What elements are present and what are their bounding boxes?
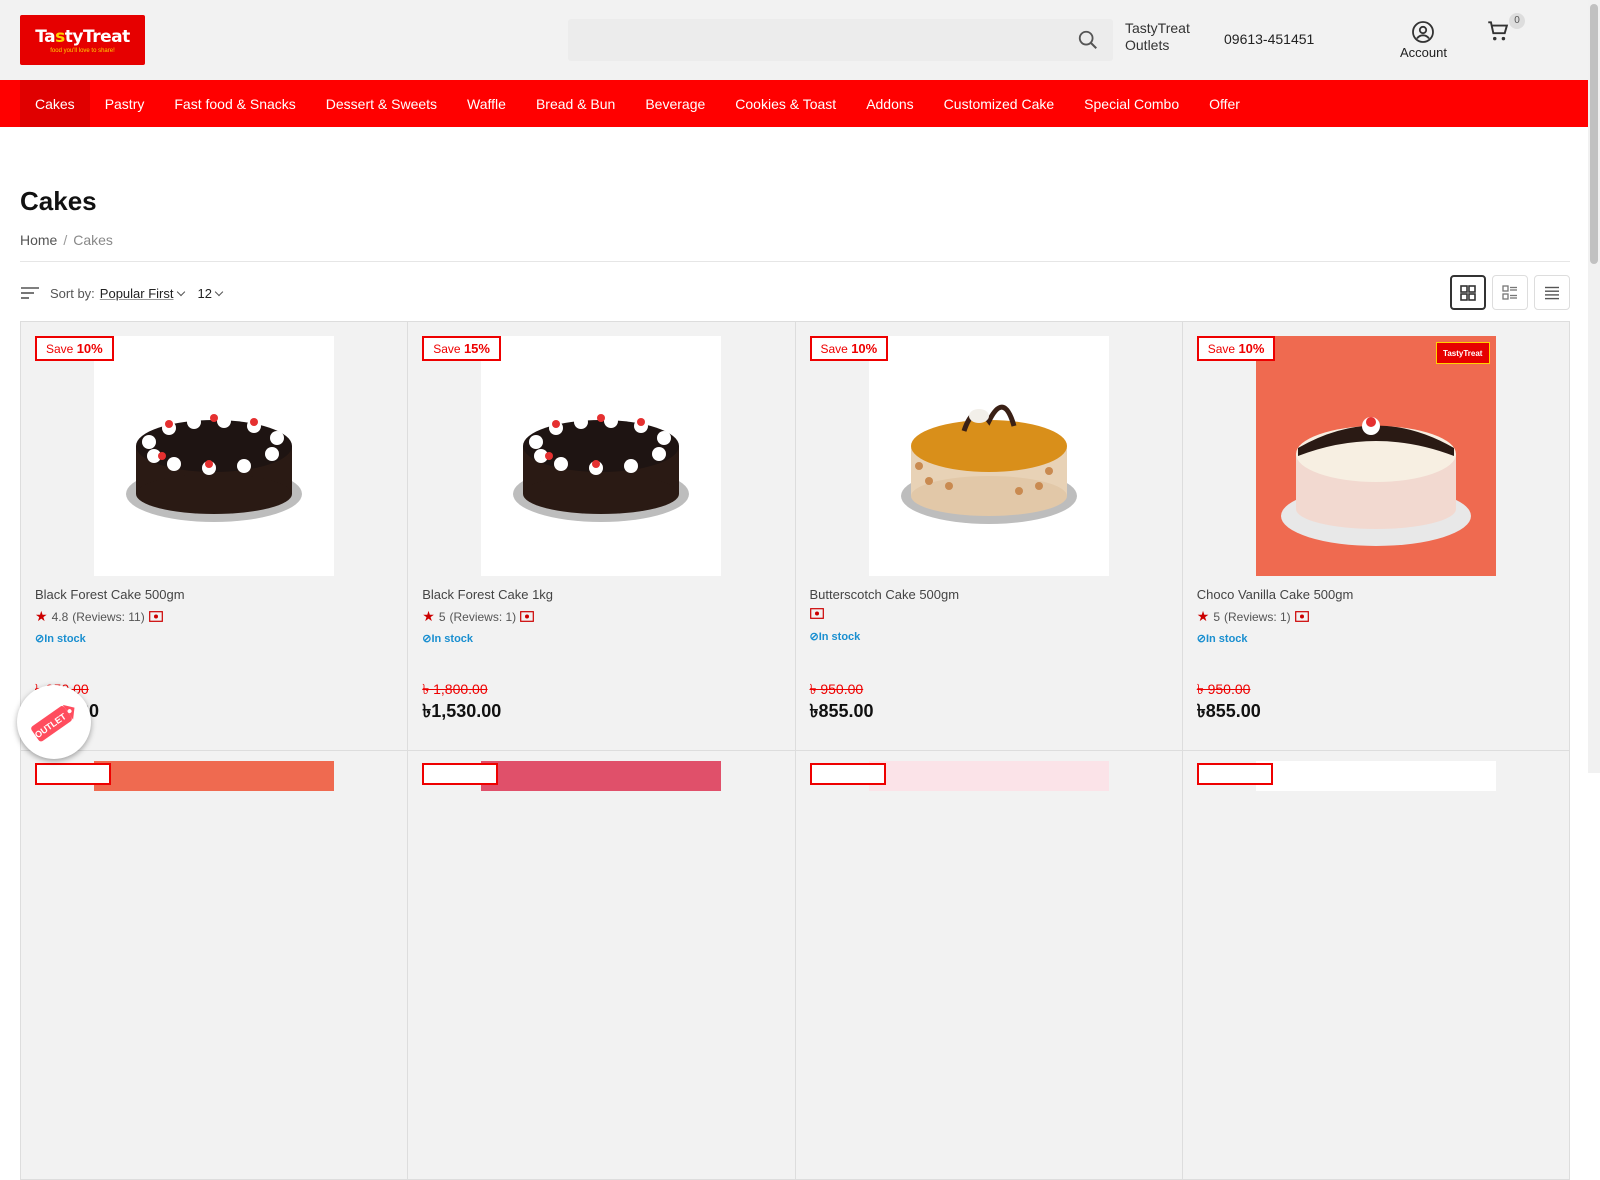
page-scrollbar[interactable] [1588, 0, 1600, 773]
chevron-down-icon [176, 287, 185, 296]
cart-count-badge: 0 [1509, 13, 1525, 29]
discount-badge [1196, 763, 1273, 785]
cart-button[interactable]: 0 [1485, 13, 1525, 46]
view-switcher [1450, 275, 1570, 310]
grid-icon [1460, 284, 1476, 301]
discount-badge [809, 763, 886, 785]
discount-badge: Save 10% [35, 336, 114, 361]
product-card[interactable] [1182, 751, 1570, 1180]
category-nav: Cakes Pastry Fast food & Snacks Dessert … [0, 80, 1600, 127]
product-card[interactable]: Save 10% Black Forest Cake 500gm ★ 4.8 (… [21, 322, 409, 751]
outlet-tag-icon: OUTLET [31, 704, 75, 742]
product-image[interactable] [1255, 761, 1496, 791]
account-button[interactable]: Account [1400, 20, 1447, 60]
list-view-button[interactable] [1534, 275, 1570, 310]
discount-badge: Save 10% [1196, 336, 1276, 361]
ticket-icon [1294, 611, 1309, 622]
breadcrumb-home[interactable]: Home [20, 232, 57, 248]
nav-item-offer[interactable]: Offer [1194, 80, 1255, 127]
nav-item-special-combo[interactable]: Special Combo [1069, 80, 1194, 127]
nav-item-fast-food-snacks[interactable]: Fast food & Snacks [159, 80, 310, 127]
sort-select[interactable]: Popular First [100, 286, 185, 301]
product-card[interactable] [21, 751, 409, 1180]
stock-status: ⊘In stock [35, 633, 86, 645]
search-icon[interactable] [1077, 29, 1099, 51]
product-name[interactable]: Black Forest Cake 1kg [422, 587, 553, 602]
nav-item-customized-cake[interactable]: Customized Cake [929, 80, 1070, 127]
discount-badge [422, 763, 499, 785]
outlets-link[interactable]: TastyTreat Outlets [1125, 20, 1190, 54]
sale-price: ৳855.00 [809, 701, 874, 721]
breadcrumb: Home / Cakes [20, 232, 113, 248]
product-name[interactable]: Black Forest Cake 500gm [35, 587, 185, 602]
product-rating: ★ 5 (Reviews: 1) [1197, 608, 1309, 625]
account-label: Account [1400, 45, 1447, 60]
stock-status: ⊘In stock [809, 631, 861, 643]
list-grid-view-button[interactable] [1492, 275, 1528, 310]
sort-toolbar: Sort by: Popular First 12 [20, 279, 224, 307]
product-image-black-forest-cake-1kg[interactable] [481, 336, 722, 576]
stock-status: ⊘In stock [1196, 633, 1248, 645]
product-rating [809, 608, 824, 619]
breadcrumb-separator: / [63, 232, 68, 248]
nav-item-cookies-toast[interactable]: Cookies & Toast [720, 80, 851, 127]
sort-label: Sort by: [50, 285, 95, 301]
product-image[interactable] [868, 761, 1109, 791]
product-rating: ★ 5 (Reviews: 1) [422, 608, 535, 625]
product-card[interactable]: Save 10% TastyTreat Choco Vanilla Cake 5… [1182, 322, 1570, 751]
discount-badge [35, 763, 111, 785]
tastytreat-logo[interactable]: TastyTreat food you'll love to share! [20, 15, 145, 65]
nav-item-pastry[interactable]: Pastry [90, 80, 160, 127]
product-rating: ★ 4.8 (Reviews: 11) [35, 608, 163, 625]
sale-price: ৳1,530.00 [422, 701, 502, 721]
logo-tagline: food you'll love to share! [50, 47, 115, 54]
ticket-icon [520, 611, 535, 622]
product-image-butterscotch-cake[interactable] [868, 336, 1109, 576]
scrollbar-thumb[interactable] [1590, 4, 1598, 264]
outlet-floating-button[interactable]: OUTLET [17, 685, 91, 759]
brand-logo-watermark: TastyTreat [1435, 342, 1490, 364]
per-page-select[interactable]: 12 [198, 286, 224, 301]
logo-wordmark: TastyTreat [35, 26, 130, 47]
cart-icon [1488, 21, 1509, 41]
product-card[interactable] [408, 751, 796, 1180]
stock-status: ⊘In stock [422, 633, 474, 645]
star-icon: ★ [35, 608, 48, 624]
discount-badge: Save 15% [422, 336, 501, 361]
chevron-down-icon [214, 287, 224, 296]
nav-item-cakes[interactable]: Cakes [20, 80, 90, 127]
nav-item-dessert-sweets[interactable]: Dessert & Sweets [311, 80, 452, 127]
product-card[interactable] [795, 751, 1183, 1180]
phone-number[interactable]: 09613-451451 [1224, 31, 1314, 47]
divider [20, 261, 1570, 262]
star-icon: ★ [422, 608, 435, 624]
page-title: Cakes [20, 186, 97, 216]
search-input[interactable] [568, 19, 1113, 61]
product-name[interactable]: Butterscotch Cake 500gm [810, 587, 960, 602]
discount-badge: Save 10% [809, 336, 889, 361]
user-icon [1412, 21, 1435, 43]
sale-price: ৳855.00 [1196, 701, 1261, 721]
ticket-icon [148, 611, 163, 622]
product-card[interactable]: Save 10% Butterscotch Cake 500gm ⊘In sto… [795, 322, 1183, 751]
product-name[interactable]: Choco Vanilla Cake 500gm [1197, 587, 1354, 602]
product-image-black-forest-cake[interactable] [94, 336, 334, 576]
list-grid-icon [1502, 284, 1517, 300]
product-image[interactable] [481, 761, 722, 791]
star-icon: ★ [1196, 608, 1210, 624]
product-image-choco-vanilla-cake[interactable]: TastyTreat [1255, 336, 1496, 576]
nav-item-bread-bun[interactable]: Bread & Bun [521, 80, 630, 127]
nav-item-waffle[interactable]: Waffle [452, 80, 521, 127]
breadcrumb-current: Cakes [73, 232, 113, 248]
filter-icon[interactable] [20, 285, 40, 301]
product-image[interactable] [94, 761, 334, 791]
grid-view-button[interactable] [1450, 275, 1486, 310]
nav-item-addons[interactable]: Addons [851, 80, 928, 127]
list-icon [1545, 286, 1559, 299]
site-header: TastyTreat food you'll love to share! Ta… [0, 0, 1600, 80]
nav-item-beverage[interactable]: Beverage [630, 80, 720, 127]
product-grid: Save 10% Black Forest Cake 500gm ★ 4.8 (… [20, 321, 1570, 1180]
product-card[interactable]: Save 15% Black Forest Cake 1kg ★ 5 (Revi… [408, 322, 796, 751]
ticket-icon [809, 608, 824, 619]
